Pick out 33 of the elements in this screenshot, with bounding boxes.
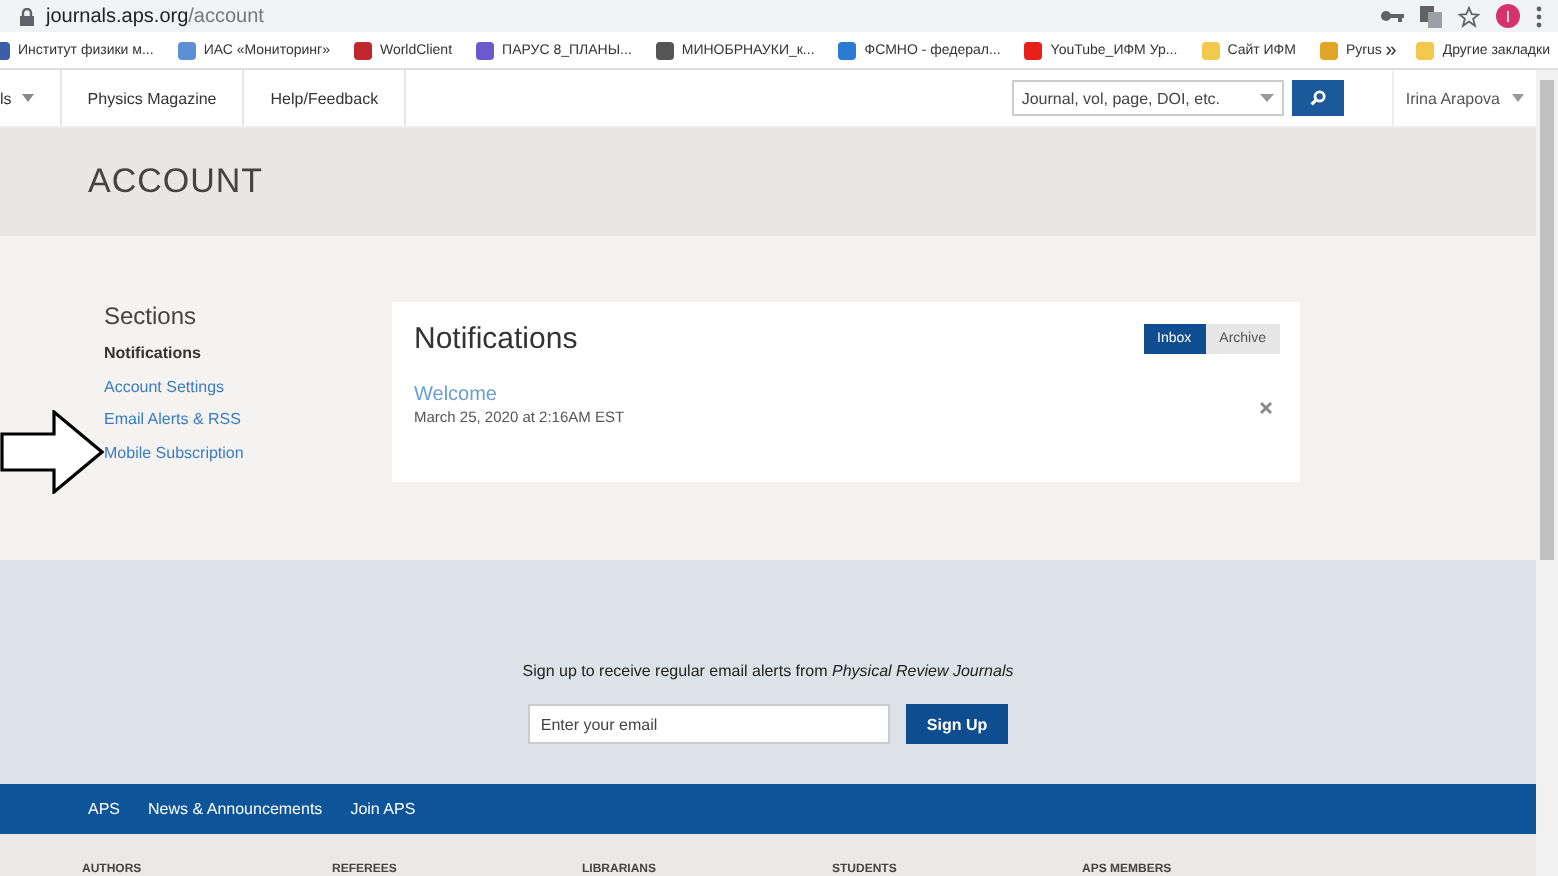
menu-icon[interactable]	[1536, 5, 1542, 27]
search-button[interactable]	[1291, 80, 1344, 116]
caret-icon	[21, 94, 34, 102]
caret-icon	[1259, 94, 1274, 102]
arrow-drawing	[0, 410, 104, 494]
nav-menu-item[interactable]: ls	[0, 70, 62, 126]
footer-link[interactable]: Join APS	[350, 800, 416, 818]
sidebar-link[interactable]: Account Settings	[104, 371, 225, 404]
sidebar-heading: Sections	[104, 302, 197, 330]
address-bar[interactable]: journals.aps.org/account	[46, 5, 264, 27]
footer-link[interactable]: News & Announcements	[148, 800, 323, 818]
search-field[interactable]: Journal, vol, page, DOI, etc.	[1011, 80, 1284, 116]
lock-icon	[20, 7, 34, 25]
caret-icon	[1512, 94, 1524, 102]
nav-menu-item[interactable]: Help/Feedback	[244, 70, 407, 126]
star-icon[interactable]	[1458, 5, 1480, 27]
footer-link[interactable]: APS	[88, 800, 121, 818]
signup-button[interactable]: Sign Up	[906, 704, 1008, 744]
user-menu[interactable]: Irina Arapova	[1391, 70, 1524, 126]
close-icon[interactable]	[1260, 402, 1272, 414]
sidebar-link[interactable]: Notifications	[104, 338, 201, 371]
profile-avatar[interactable]: I	[1496, 4, 1520, 28]
panel-title: Notifications	[414, 322, 578, 356]
scrollbar[interactable]	[1536, 70, 1558, 876]
bookmarks-overflow-button[interactable]: »	[1385, 39, 1397, 61]
nav-menu-item[interactable]: Physics Magazine	[61, 70, 245, 126]
email-field[interactable]: Enter your email	[528, 704, 891, 744]
signup-text: Sign up to receive regular email alerts from Physical Review Journals	[522, 662, 1014, 680]
page-title: ACCOUNT	[88, 162, 264, 202]
search-icon	[1309, 90, 1326, 106]
key-icon[interactable]	[1380, 8, 1404, 24]
sidebar-link[interactable]: Email Alerts & RSS	[104, 404, 241, 437]
sidebar-link[interactable]: Mobile Subscription	[104, 437, 244, 470]
